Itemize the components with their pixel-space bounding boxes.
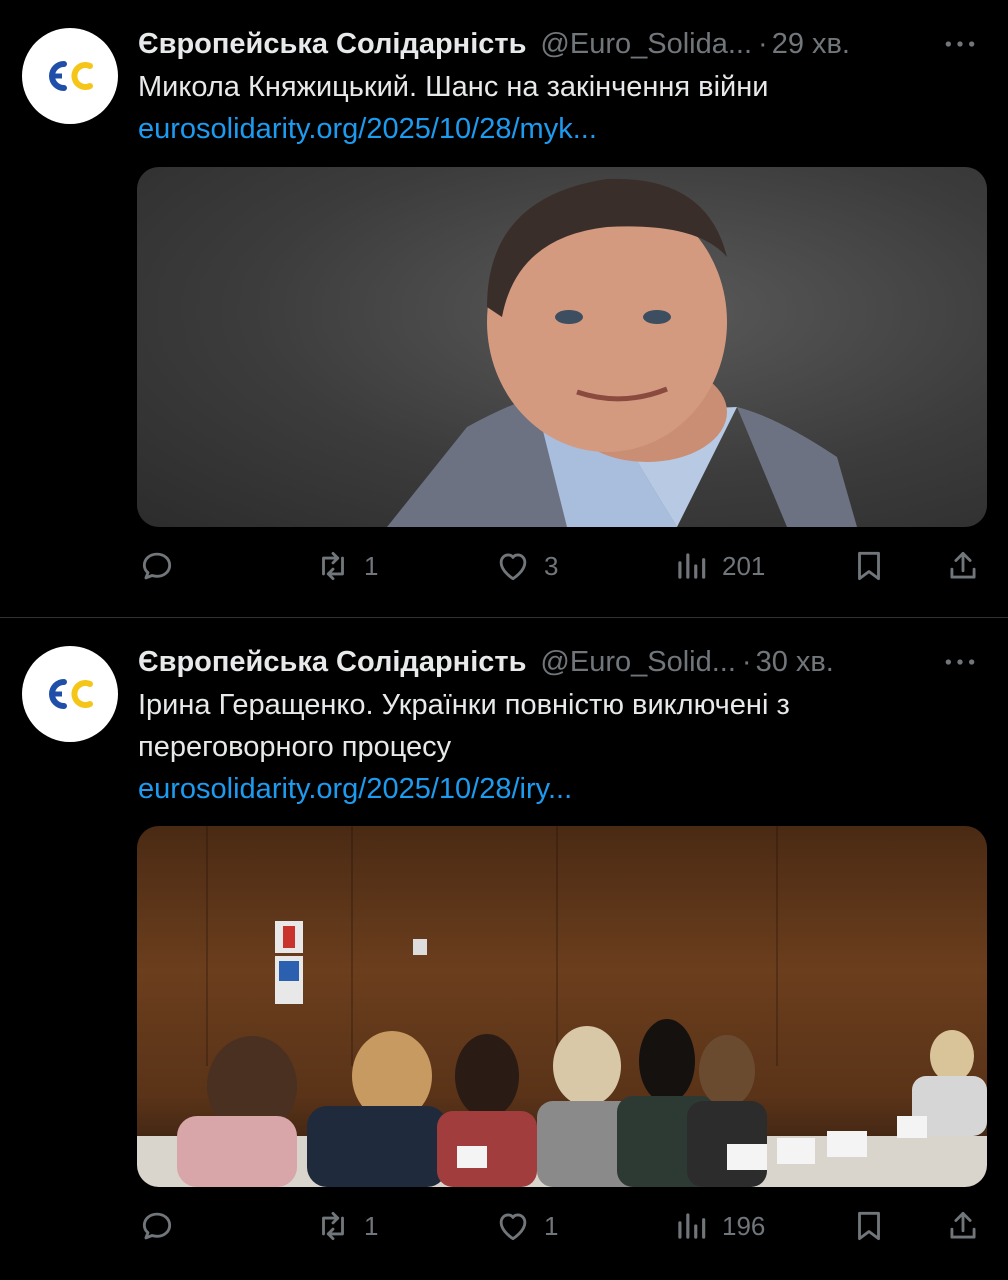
author-name[interactable]: Європейська Солідарність xyxy=(138,646,526,679)
retweet-count: 1 xyxy=(364,550,379,581)
retweet-icon xyxy=(322,1211,344,1241)
tweet-header: Європейська Солідарність @Euro_Solid... … xyxy=(138,642,988,682)
tweet-text: Микола Княжицький. Шанс на закінчення ві… xyxy=(138,66,968,150)
tweet-body: Ірина Геращенко. Українки повністю виклю… xyxy=(138,689,790,763)
bookmark-button[interactable] xyxy=(850,1201,888,1251)
views-button[interactable]: 196 xyxy=(672,1201,765,1251)
heart-icon xyxy=(499,553,527,581)
heart-icon xyxy=(499,1213,527,1241)
tweet-link[interactable]: eurosolidarity.org/2025/10/28/myk... xyxy=(138,108,968,150)
retweet-button[interactable]: 1 xyxy=(314,541,378,591)
tweet-header: Європейська Солідарність @Euro_Solida...… xyxy=(138,24,988,64)
tweet[interactable]: Європейська Солідарність @Euro_Solida...… xyxy=(0,0,1008,617)
share-button[interactable] xyxy=(944,541,982,591)
portrait-photo xyxy=(387,178,857,527)
views-count: 196 xyxy=(722,1210,766,1241)
avatar[interactable] xyxy=(22,646,118,742)
tweet-time[interactable]: 30 хв. xyxy=(756,646,834,679)
tweet[interactable]: Європейська Солідарність @Euro_Solid... … xyxy=(0,618,1008,1280)
bookmark-icon xyxy=(858,551,880,581)
views-count: 201 xyxy=(722,550,766,581)
author-handle[interactable]: @Euro_Solida... xyxy=(540,28,752,61)
bookmark-icon xyxy=(858,1211,880,1241)
more-dots-icon[interactable] xyxy=(940,644,980,680)
share-button[interactable] xyxy=(944,1201,982,1251)
reply-button[interactable] xyxy=(138,541,188,591)
reply-button[interactable] xyxy=(138,1201,188,1251)
like-button[interactable]: 3 xyxy=(494,541,558,591)
avatar[interactable] xyxy=(22,28,118,124)
tweet-image[interactable] xyxy=(137,826,987,1187)
meeting-photo xyxy=(137,826,987,1187)
timeline-feed: Європейська Солідарність @Euro_Solida...… xyxy=(0,0,1008,1280)
tweet-actions: 1 3 201 xyxy=(138,541,988,591)
tweet-actions: 1 1 196 xyxy=(138,1201,988,1251)
retweet-button[interactable]: 1 xyxy=(314,1201,378,1251)
like-count: 1 xyxy=(544,1210,559,1241)
separator-dot: · xyxy=(758,27,768,60)
retweet-icon xyxy=(322,551,344,581)
share-icon xyxy=(950,551,976,579)
tweet-body: Микола Княжицький. Шанс на закінчення ві… xyxy=(138,71,769,103)
retweet-count: 1 xyxy=(364,1210,379,1241)
share-icon xyxy=(950,1211,976,1239)
party-logo-icon xyxy=(49,61,93,91)
author-handle[interactable]: @Euro_Solid... xyxy=(540,646,735,679)
tweet-text: Ірина Геращенко. Українки повністю виклю… xyxy=(138,684,968,810)
reply-icon xyxy=(142,552,172,580)
views-icon xyxy=(678,1213,706,1239)
party-logo-icon xyxy=(49,679,93,709)
separator-dot: · xyxy=(741,645,752,678)
tweet-time[interactable]: 29 хв. xyxy=(772,28,850,61)
tweet-image[interactable] xyxy=(137,167,987,527)
author-name[interactable]: Європейська Солідарність xyxy=(138,28,526,61)
views-button[interactable]: 201 xyxy=(672,541,765,591)
views-icon xyxy=(678,553,706,579)
more-dots-icon[interactable] xyxy=(940,26,980,62)
tweet-link[interactable]: eurosolidarity.org/2025/10/28/iry... xyxy=(138,768,968,810)
bookmark-button[interactable] xyxy=(850,541,888,591)
like-count: 3 xyxy=(544,550,559,581)
like-button[interactable]: 1 xyxy=(494,1201,558,1251)
reply-icon xyxy=(142,1212,172,1240)
